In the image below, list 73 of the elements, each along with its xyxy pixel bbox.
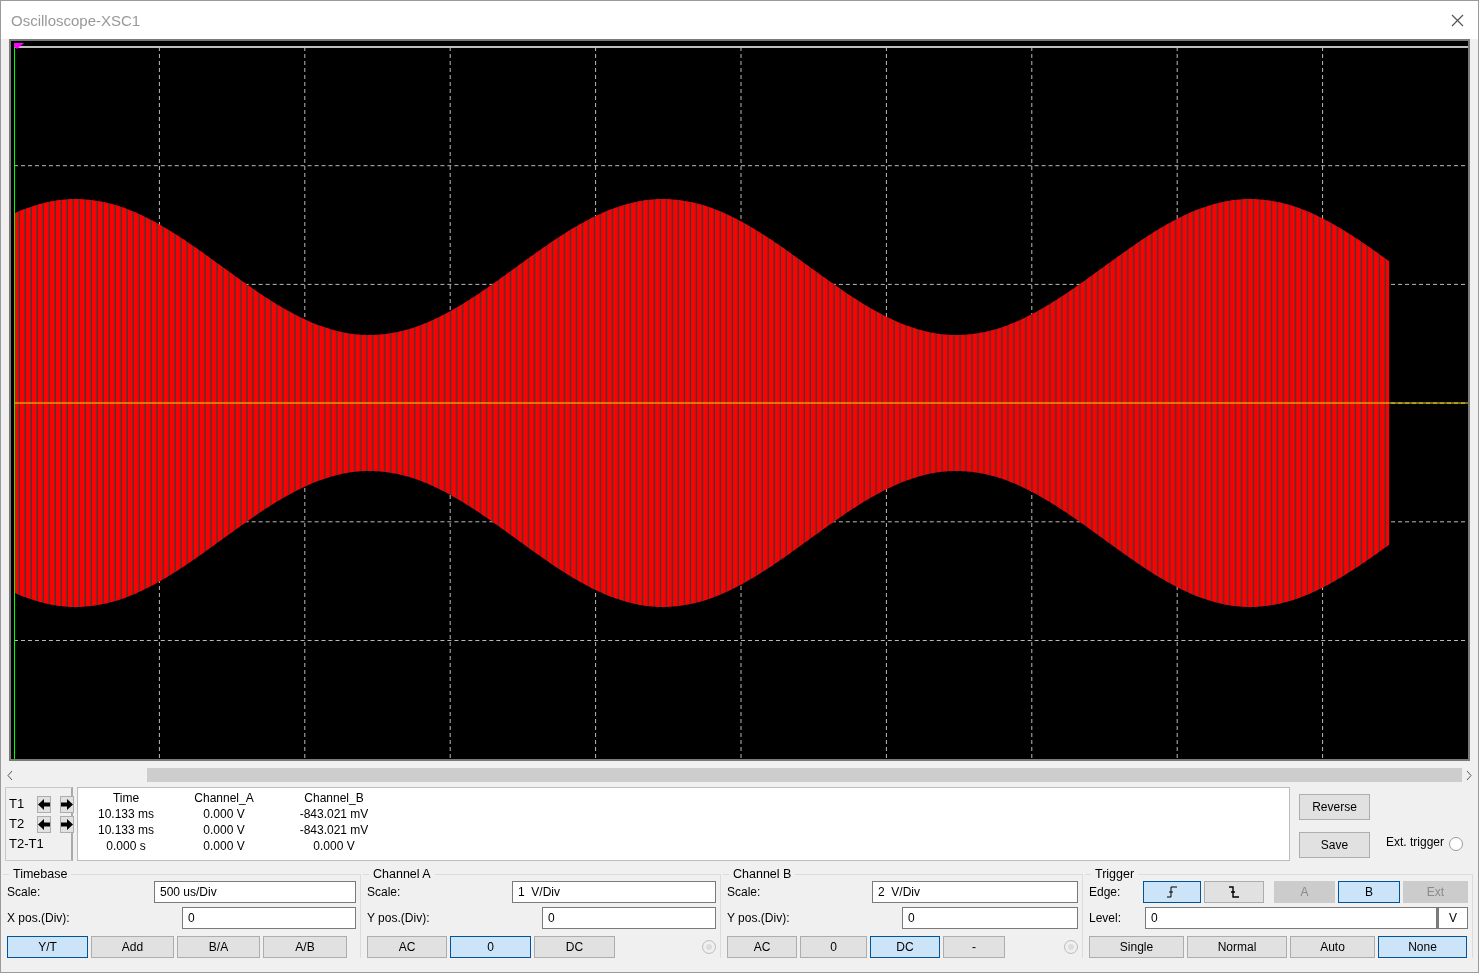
field-label: Y pos.(Div): bbox=[367, 911, 430, 925]
close-icon bbox=[1451, 13, 1464, 27]
field-label: Scale: bbox=[727, 885, 761, 899]
readout-cell-text: 0.000 V bbox=[202, 806, 246, 822]
edge-button[interactable] bbox=[1143, 881, 1201, 903]
field-label: X pos.(Div): bbox=[7, 911, 70, 925]
scrollbar-thumb[interactable] bbox=[147, 768, 1462, 782]
ext-trigger-radio[interactable] bbox=[1449, 837, 1464, 851]
group-title: Timebase bbox=[12, 867, 69, 881]
mode-button[interactable]: Add bbox=[91, 936, 174, 958]
readout-cell-text: 10.133 ms bbox=[96, 822, 155, 838]
source-button[interactable]: B bbox=[1338, 881, 1400, 903]
cursor-label: T2-T1 bbox=[9, 836, 44, 852]
coupling-button[interactable]: DC bbox=[534, 936, 615, 958]
left-arrow-icon bbox=[38, 798, 50, 810]
mode-button[interactable]: Single bbox=[1089, 936, 1184, 958]
cursor-label: T2 bbox=[9, 816, 26, 832]
field-label: Level: bbox=[1089, 911, 1122, 925]
coupling-button[interactable]: 0 bbox=[450, 936, 531, 958]
coupling-button[interactable]: - bbox=[943, 936, 1005, 958]
rising-edge-icon bbox=[1166, 886, 1178, 898]
scale-field[interactable]: 1 V/Div bbox=[512, 881, 716, 903]
readout-cell-text: 0.000 V bbox=[202, 822, 246, 838]
readout-cell-text: 0.000 s bbox=[105, 838, 147, 854]
field-label: Edge: bbox=[1089, 885, 1121, 899]
field-label: Scale: bbox=[367, 885, 401, 899]
position-field[interactable]: 0 bbox=[182, 907, 356, 929]
coupling-button[interactable]: DC bbox=[870, 936, 940, 958]
edge-button[interactable] bbox=[1204, 881, 1264, 903]
action-button[interactable]: Reverse bbox=[1299, 794, 1370, 820]
readout-cell-text: 0.000 V bbox=[202, 838, 246, 854]
cursor-label: T1 bbox=[9, 796, 26, 812]
column-header: Channel_A bbox=[193, 790, 255, 806]
mode-button[interactable]: Auto bbox=[1290, 936, 1375, 958]
coupling-button[interactable]: 0 bbox=[800, 936, 867, 958]
column-header: Channel_B bbox=[303, 790, 365, 806]
right-arrow-icon bbox=[61, 818, 73, 830]
level-field[interactable]: 0 bbox=[1145, 907, 1437, 929]
group-title: Channel A bbox=[372, 867, 432, 881]
right-arrow-icon bbox=[61, 798, 73, 810]
cursor-marker-icon[interactable] bbox=[14, 43, 24, 49]
left-arrow-icon bbox=[38, 818, 50, 830]
cursor-right-button[interactable] bbox=[60, 815, 74, 833]
scale-field[interactable]: 500 us/Div bbox=[154, 881, 356, 903]
position-field[interactable]: 0 bbox=[902, 907, 1078, 929]
radio-icon bbox=[702, 940, 716, 954]
cursor-left-button[interactable] bbox=[37, 815, 51, 833]
mode-button[interactable]: None bbox=[1378, 936, 1467, 958]
window-title: Oscilloscope-XSC1 bbox=[11, 11, 141, 29]
readout-cell-text: -843.021 mV bbox=[298, 806, 370, 822]
group-title: Channel B bbox=[732, 867, 793, 881]
column-header: Time bbox=[111, 790, 141, 806]
mode-button[interactable]: Normal bbox=[1187, 936, 1287, 958]
field-label: Scale: bbox=[7, 885, 41, 899]
radio-icon bbox=[1064, 940, 1078, 954]
ext-trigger-label: Ext. trigger bbox=[1386, 835, 1445, 849]
coupling-button[interactable]: AC bbox=[367, 936, 447, 958]
action-button[interactable]: Save bbox=[1299, 832, 1370, 858]
cursor-left-button[interactable] bbox=[37, 795, 51, 813]
scale-field[interactable]: 2 V/Div bbox=[872, 881, 1078, 903]
cursor-right-button[interactable] bbox=[60, 795, 74, 813]
mode-button[interactable]: B/A bbox=[177, 936, 260, 958]
readout-cell-text: 0.000 V bbox=[312, 838, 356, 854]
unit-label: V bbox=[1437, 907, 1468, 929]
field-label: Y pos.(Div): bbox=[727, 911, 790, 925]
mode-button[interactable]: Y/T bbox=[7, 936, 88, 958]
coupling-button[interactable]: AC bbox=[727, 936, 797, 958]
mode-button[interactable]: A/B bbox=[263, 936, 347, 958]
position-field[interactable]: 0 bbox=[542, 907, 716, 929]
falling-edge-icon bbox=[1228, 886, 1240, 898]
readout-cell-text: 10.133 ms bbox=[96, 806, 155, 822]
group-title: Trigger bbox=[1094, 867, 1136, 881]
readout-cell-text: -843.021 mV bbox=[298, 822, 370, 838]
